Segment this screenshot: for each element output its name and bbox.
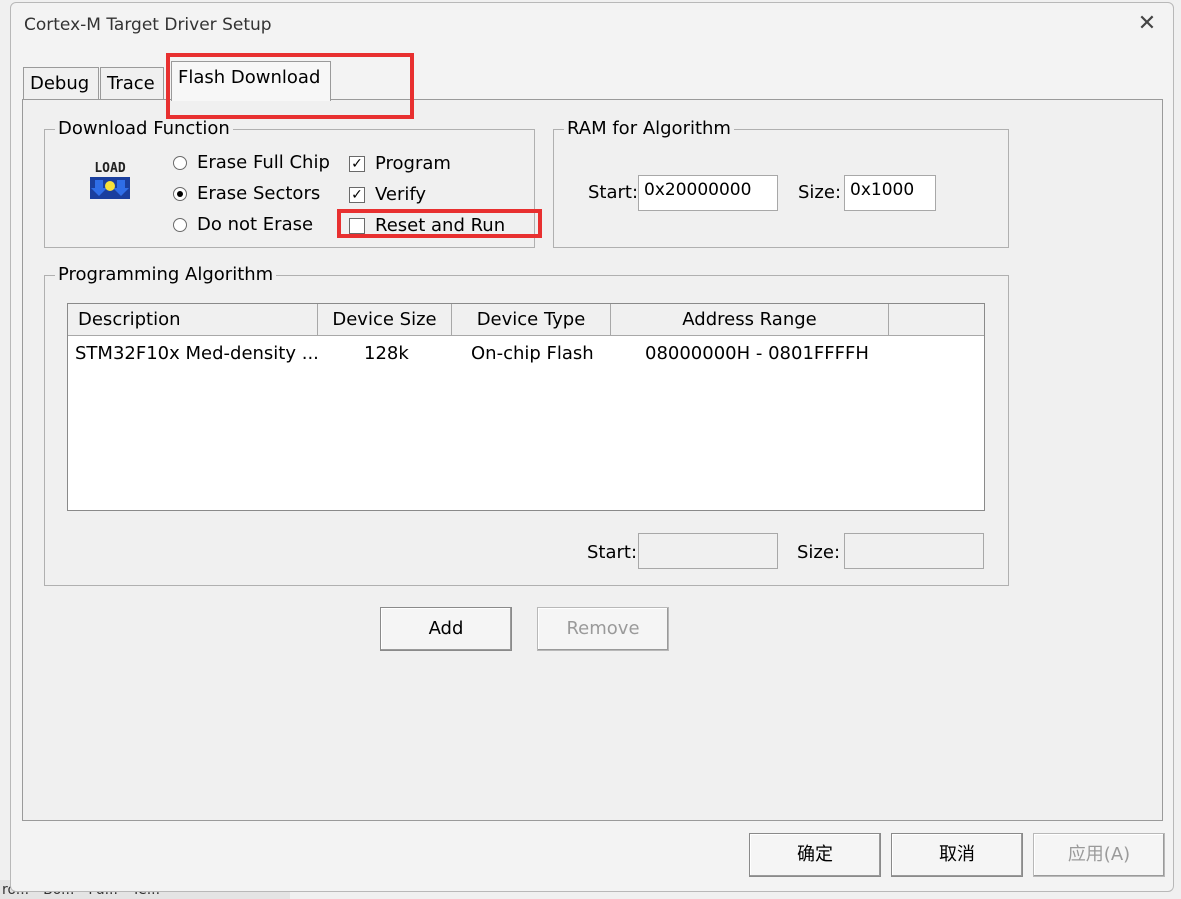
tab-debug[interactable]: Debug [23, 67, 99, 101]
column-device-size[interactable]: Device Size [318, 304, 452, 336]
radio-erase-sectors[interactable]: Erase Sectors [173, 183, 320, 204]
checkbox-label: Verify [375, 184, 427, 205]
apply-button[interactable]: 应用(A) [1033, 833, 1165, 877]
programming-algorithm-group: Programming Algorithm Description Device… [44, 264, 1009, 586]
download-function-group: Download Function LOAD Erase Full Chip E… [44, 118, 535, 248]
cell-description: STM32F10x Med-density ... [75, 343, 319, 364]
tab-flash-download[interactable]: Flash Download [171, 61, 331, 101]
remove-button[interactable]: Remove [537, 607, 669, 651]
add-button[interactable]: Add [380, 607, 512, 651]
radio-circle-checked [173, 186, 187, 201]
tab-trace[interactable]: Trace [100, 67, 164, 101]
radio-erase-full-chip[interactable]: Erase Full Chip [173, 152, 330, 173]
load-icon-text: LOAD [94, 161, 125, 176]
checkbox-label: Program [375, 153, 451, 174]
close-icon[interactable]: ✕ [1135, 13, 1159, 37]
cancel-button[interactable]: 取消 [891, 833, 1023, 877]
algo-start-input[interactable] [638, 533, 778, 569]
table-row[interactable]: STM32F10x Med-density ... 128k On-chip F… [68, 340, 984, 370]
cell-address-range: 08000000H - 0801FFFFH [645, 343, 869, 364]
checkbox-empty [349, 217, 365, 234]
algorithm-list[interactable]: Description Device Size Device Type Addr… [67, 303, 985, 511]
ram-start-label: Start: [588, 182, 639, 203]
checkbox-label: Reset and Run [375, 215, 506, 236]
check-mark-icon: ✓ [349, 186, 365, 203]
algo-size-input[interactable] [844, 533, 984, 569]
title-bar: Cortex-M Target Driver Setup ✕ [11, 3, 1173, 49]
check-mark-icon: ✓ [349, 155, 365, 172]
ram-size-label: Size: [798, 182, 842, 203]
column-blank[interactable] [889, 304, 984, 336]
ram-start-input[interactable]: 0x20000000 [638, 175, 778, 211]
ok-button[interactable]: 确定 [749, 833, 881, 877]
dialog-window: Cortex-M Target Driver Setup ✕ Debug Tra… [10, 2, 1174, 892]
column-device-type[interactable]: Device Type [452, 304, 611, 336]
algo-size-label: Size: [797, 542, 841, 563]
list-header: Description Device Size Device Type Addr… [68, 304, 984, 336]
checkbox-reset-and-run[interactable]: Reset and Run [349, 215, 505, 236]
radio-label: Erase Full Chip [197, 152, 330, 173]
radio-circle [173, 155, 187, 170]
column-address-range[interactable]: Address Range [611, 304, 889, 336]
load-icon: LOAD [85, 158, 135, 208]
tab-panel: Download Function LOAD Erase Full Chip E… [22, 99, 1163, 821]
radio-circle [173, 217, 187, 232]
ram-algorithm-group: RAM for Algorithm Start: 0x20000000 Size… [553, 118, 1009, 248]
radio-label: Erase Sectors [197, 183, 321, 204]
checkbox-verify[interactable]: ✓ Verify [349, 184, 426, 205]
radio-do-not-erase[interactable]: Do not Erase [173, 214, 313, 235]
cell-device-size: 128k [364, 343, 409, 364]
group-title: RAM for Algorithm [564, 118, 734, 139]
group-title: Programming Algorithm [55, 264, 277, 285]
algo-start-label: Start: [587, 542, 638, 563]
radio-label: Do not Erase [197, 214, 314, 235]
cell-device-type: On-chip Flash [471, 343, 594, 364]
column-description[interactable]: Description [68, 304, 318, 336]
group-title: Download Function [55, 118, 233, 139]
ram-size-input[interactable]: 0x1000 [844, 175, 936, 211]
checkbox-program[interactable]: ✓ Program [349, 153, 451, 174]
window-title: Cortex-M Target Driver Setup [24, 15, 272, 35]
